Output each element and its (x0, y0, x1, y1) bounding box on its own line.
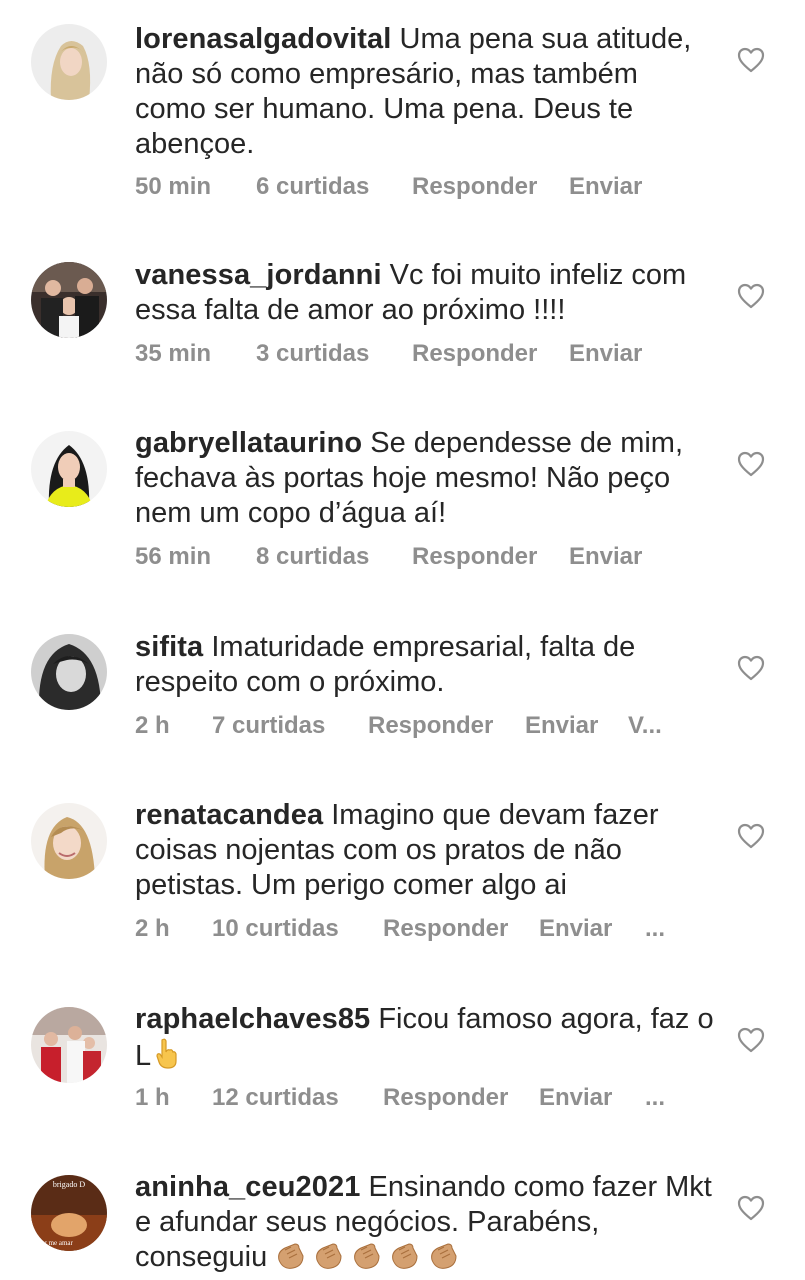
reply-button[interactable]: Responder (412, 543, 537, 571)
send-button[interactable]: Enviar (525, 712, 598, 740)
send-button[interactable]: Enviar (539, 915, 612, 943)
reply-button[interactable]: Responder (412, 173, 537, 201)
heart-outline-icon (737, 655, 765, 681)
send-button[interactable]: Enviar (569, 543, 642, 571)
comment-time: 2 h (135, 915, 170, 942)
avatar-caption-bottom: Por me amar (37, 1239, 73, 1247)
comment-username[interactable]: gabryellataurino (135, 427, 362, 459)
comment-likes-count[interactable]: 7 curtidas (212, 712, 325, 740)
comment-likes-count[interactable]: 10 curtidas (212, 915, 339, 943)
like-button[interactable] (737, 655, 765, 681)
avatar-image (31, 1007, 107, 1083)
avatar-image (31, 803, 107, 879)
avatar[interactable] (31, 262, 107, 338)
avatar[interactable] (31, 634, 107, 710)
comment-body: vanessa_jordanni Vc foi muito infeliz co… (135, 258, 715, 328)
heart-outline-icon (737, 283, 765, 309)
avatar[interactable] (31, 431, 107, 507)
heart-outline-icon (737, 1027, 765, 1053)
comment-time: 56 min (135, 543, 212, 570)
comment-time: 1 h (135, 1084, 170, 1111)
like-button[interactable] (737, 283, 765, 309)
avatar-image (31, 634, 107, 710)
comment-body: gabryellataurino Se dependesse de mim, f… (135, 426, 715, 531)
comment-time: 2 h (135, 712, 170, 739)
like-button[interactable] (737, 451, 765, 477)
reply-button[interactable]: Responder (412, 340, 537, 368)
heart-outline-icon (737, 47, 765, 73)
like-button[interactable] (737, 823, 765, 849)
more-button[interactable]: ... (645, 915, 665, 943)
like-button[interactable] (737, 1195, 765, 1221)
avatar-caption-top: brigado D (53, 1180, 85, 1189)
comment-likes-count[interactable]: 8 curtidas (256, 543, 369, 571)
comment-likes-count[interactable]: 3 curtidas (256, 340, 369, 368)
comment-username[interactable]: raphaelchaves85 (135, 1003, 370, 1035)
like-button[interactable] (737, 1027, 765, 1053)
avatar-image (31, 24, 107, 100)
comment-username[interactable]: lorenasalgadovital (135, 23, 391, 55)
avatar-image (31, 262, 107, 338)
comment-username[interactable]: aninha_ceu2021 (135, 1171, 360, 1203)
more-button[interactable]: V... (628, 712, 662, 740)
send-button[interactable]: Enviar (569, 173, 642, 201)
heart-outline-icon (737, 451, 765, 477)
send-button[interactable]: Enviar (569, 340, 642, 368)
more-button[interactable]: ... (645, 1084, 665, 1112)
reply-button[interactable]: Responder (383, 1084, 508, 1112)
comment-time: 50 min (135, 173, 212, 200)
avatar-image (31, 431, 107, 507)
comment-time: 35 min (135, 340, 212, 367)
comment-body: lorenasalgadovital Uma pena sua atitude,… (135, 22, 715, 162)
comment-body: renatacandea Imagino que devam fazer coi… (135, 798, 715, 903)
avatar-image: brigado D Por me amar (31, 1175, 107, 1251)
avatar[interactable]: brigado D Por me amar (31, 1175, 107, 1251)
comment-text: Imaturidade empresarial, falta de respei… (135, 631, 636, 698)
pointing-up-hand-emoji (151, 1037, 183, 1078)
heart-outline-icon (737, 1195, 765, 1221)
comment-body: sifita Imaturidade empresarial, falta de… (135, 630, 715, 700)
comment-likes-count[interactable]: 6 curtidas (256, 173, 369, 201)
reply-button[interactable]: Responder (383, 915, 508, 943)
comment-likes-count[interactable]: 12 curtidas (212, 1084, 339, 1112)
comment-username[interactable]: renatacandea (135, 799, 323, 831)
comment-username[interactable]: sifita (135, 631, 203, 663)
comment-username[interactable]: vanessa_jordanni (135, 259, 382, 291)
comment-body: raphaelchaves85 Ficou famoso agora, faz … (135, 1002, 715, 1078)
comment-body: aninha_ceu2021 Ensinando como fazer Mkt … (135, 1170, 715, 1279)
clapping-hands-emoji-group (275, 1241, 457, 1273)
reply-button[interactable]: Responder (368, 712, 493, 740)
heart-outline-icon (737, 823, 765, 849)
avatar[interactable] (31, 24, 107, 100)
send-button[interactable]: Enviar (539, 1084, 612, 1112)
avatar[interactable] (31, 803, 107, 879)
like-button[interactable] (737, 47, 765, 73)
bottom-edge (0, 1274, 805, 1280)
avatar[interactable] (31, 1007, 107, 1083)
